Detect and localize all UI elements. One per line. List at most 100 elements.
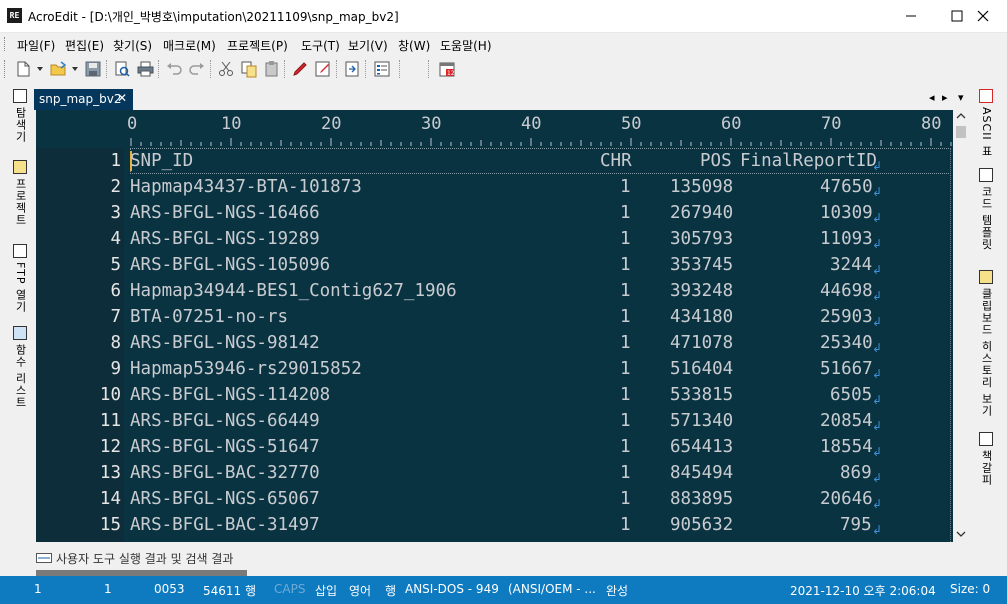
pos-cell: 267940 — [670, 203, 734, 223]
pos-cell: 533815 — [670, 385, 734, 405]
open-folder-icon[interactable] — [49, 60, 67, 78]
save-icon[interactable] — [84, 60, 102, 78]
line-number: 14 — [99, 489, 121, 509]
vertical-scrollbar[interactable] — [953, 110, 969, 542]
final-report-id-cell: 6505 — [830, 385, 873, 405]
menu-window[interactable]: 창(W) — [398, 37, 430, 54]
cut-icon[interactable] — [217, 60, 235, 78]
project-icon — [13, 160, 27, 174]
sidebar-tab-function-list[interactable]: 함수 리스트 — [12, 326, 28, 409]
eol-marker-icon: ↲ — [872, 471, 883, 485]
sidebar-tab-bookmark[interactable]: 책갈피 — [978, 432, 994, 486]
final-report-id-cell: 25340 — [820, 333, 873, 353]
sidebar-tab-explorer[interactable]: 탐색기 — [12, 89, 28, 143]
status-input-language[interactable]: 영어 — [349, 582, 371, 599]
editor-line[interactable]: 13 ARS-BFGL-BAC-32770 1 845494 869 ↲ — [36, 463, 953, 489]
calendar-icon[interactable]: 12 — [438, 60, 456, 78]
menu-grip — [4, 37, 8, 51]
paste-icon[interactable] — [263, 60, 281, 78]
editor-line[interactable]: 10 ARS-BFGL-NGS-114208 1 533815 6505 ↲ — [36, 385, 953, 411]
open-dropdown-icon[interactable] — [71, 66, 79, 72]
line-number: 3 — [110, 203, 121, 223]
tab-scroll-right-icon[interactable]: ▸ — [942, 91, 948, 104]
editor-line[interactable]: 4 ARS-BFGL-NGS-19289 1 305793 11093 ↲ — [36, 229, 953, 255]
editor-line[interactable]: 15 ARS-BFGL-BAC-31497 1 905632 795 ↲ — [36, 515, 953, 541]
tab-scroll-left-icon[interactable]: ◂ — [929, 91, 935, 104]
snp-id-cell: ARS-BFGL-NGS-65067 — [130, 489, 320, 509]
status-encoding[interactable]: ANSI-DOS - 949 — [405, 582, 499, 596]
toolbar-separator — [428, 60, 430, 78]
toolbar-separator — [336, 60, 338, 78]
menu-tools[interactable]: 도구(T) — [301, 37, 340, 54]
scrollbar-thumb[interactable] — [956, 126, 966, 138]
sidebar-tab-ftp[interactable]: FTP 열기 — [12, 244, 28, 313]
sidebar-tab-code-template[interactable]: 코드 템플릿 — [978, 168, 994, 251]
output-panel-tab[interactable]: 사용자 도구 실행 결과 및 검색 결과 — [56, 550, 233, 567]
editor[interactable]: 0 10 20 30 40 50 60 70 80 1 SNP_ID CHR POS F… — [36, 110, 953, 542]
list-view-icon[interactable] — [373, 60, 391, 78]
status-bar: 1 1 0053 54611 행 CAPS 삽입 영어 행 ANSI-DOS -… — [0, 576, 1007, 604]
new-file-icon[interactable] — [14, 60, 32, 78]
editor-line[interactable]: 1 SNP_ID CHR POS FinalReportID ↲ — [36, 151, 953, 177]
left-panel — [0, 82, 32, 544]
status-insert-mode[interactable]: 삽입 — [315, 582, 337, 599]
print-preview-icon[interactable] — [113, 60, 131, 78]
chr-cell: 1 — [620, 203, 631, 223]
editor-line[interactable]: 6 Hapmap34944-BES1_Contig627_1906 1 393248 4… — [36, 281, 953, 307]
snp-id-cell: ARS-BFGL-BAC-31497 — [130, 515, 320, 535]
pos-cell: POS — [700, 151, 732, 171]
tab-list-icon[interactable]: ▾ — [958, 91, 964, 104]
editor-line[interactable]: 11 ARS-BFGL-NGS-66449 1 571340 20854 ↲ — [36, 411, 953, 437]
editor-line[interactable]: 14 ARS-BFGL-NGS-65067 1 883895 20646 ↲ — [36, 489, 953, 515]
sidebar-tab-label: 코드 템플릿 — [980, 186, 993, 251]
editor-line[interactable]: 3 ARS-BFGL-NGS-16466 1 267940 10309 ↲ — [36, 203, 953, 229]
chr-cell: 1 — [620, 489, 631, 509]
editor-line[interactable]: 8 ARS-BFGL-NGS-98142 1 471078 25340 ↲ — [36, 333, 953, 359]
highlight-icon[interactable] — [291, 60, 309, 78]
tab-close-icon[interactable]: ✕ — [117, 91, 127, 105]
menu-edit[interactable]: 편집(E) — [65, 37, 104, 54]
print-icon[interactable] — [136, 60, 154, 78]
new-dropdown-icon[interactable] — [36, 66, 44, 72]
scroll-up-icon[interactable] — [956, 112, 966, 120]
sidebar-tab-ascii[interactable]: ASCII 표 — [978, 89, 994, 157]
snp-id-cell: ARS-BFGL-NGS-19289 — [130, 229, 320, 249]
menu-file[interactable]: 파일(F) — [17, 37, 55, 54]
chr-cell: 1 — [620, 333, 631, 353]
line-number: 12 — [99, 437, 121, 457]
line-number: 5 — [110, 255, 121, 275]
scroll-down-icon[interactable] — [956, 530, 966, 538]
sidebar-tab-clipboard[interactable]: 클립보드 히스토리 보기 — [978, 270, 994, 417]
toolbar-separator — [210, 60, 212, 78]
document-arrow-icon[interactable] — [343, 60, 361, 78]
final-report-id-cell: 47650 — [820, 177, 873, 197]
menu-project[interactable]: 프로젝트(P) — [227, 37, 288, 54]
sidebar-tab-label: 클립보드 히스토리 보기 — [980, 288, 993, 417]
copy-icon[interactable] — [240, 60, 258, 78]
editor-line[interactable]: 9 Hapmap53946-rs29015852 1 516404 51667 ↲ — [36, 359, 953, 385]
editor-line[interactable]: 2 Hapmap43437-BTA-101873 1 135098 47650 ↲ — [36, 177, 953, 203]
editor-line[interactable]: 5 ARS-BFGL-NGS-105096 1 353745 3244 ↲ — [36, 255, 953, 281]
chr-cell: 1 — [620, 385, 631, 405]
undo-icon[interactable] — [165, 60, 183, 78]
eol-marker-icon: ↲ — [872, 185, 883, 199]
minimize-button[interactable] — [888, 0, 934, 32]
pos-cell: 654413 — [670, 437, 734, 457]
sidebar-tab-project[interactable]: 프로젝트 — [12, 160, 28, 226]
tab-label: snp_map_bv2 — [39, 92, 122, 106]
tab-snp-map-bv2[interactable]: snp_map_bv2 ✕ — [34, 89, 133, 110]
close-window-button[interactable] — [960, 0, 1006, 32]
redo-icon[interactable] — [188, 60, 206, 78]
menu-macro[interactable]: 매크로(M) — [163, 37, 216, 54]
menu-view[interactable]: 보기(V) — [348, 37, 388, 54]
menu-find[interactable]: 찾기(S) — [113, 37, 152, 54]
menu-help[interactable]: 도움말(H) — [440, 37, 492, 54]
snp-id-cell: SNP_ID — [130, 151, 194, 171]
snp-id-cell: ARS-BFGL-NGS-98142 — [130, 333, 320, 353]
editor-line[interactable]: 12 ARS-BFGL-NGS-51647 1 654413 18554 ↲ — [36, 437, 953, 463]
eol-marker-icon: ↲ — [872, 341, 883, 355]
final-report-id-cell: 25903 — [820, 307, 873, 327]
app-icon[interactable]: RE — [7, 8, 22, 23]
editor-line[interactable]: 7 BTA-07251-no-rs 1 434180 25903 ↲ — [36, 307, 953, 333]
edit-mark-icon[interactable] — [314, 60, 332, 78]
